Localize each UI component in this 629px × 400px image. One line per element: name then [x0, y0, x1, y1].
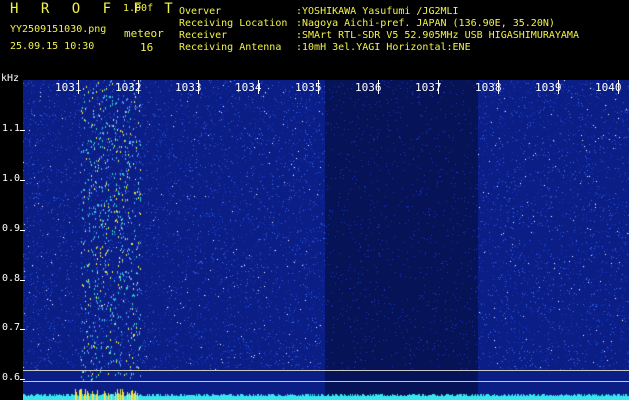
- meteor-label: meteor: [124, 27, 164, 40]
- y-tick-label: 0.6: [2, 372, 21, 383]
- location-value: :Nagoya Aichi-pref. JAPAN (136.90E, 35.2…: [296, 18, 555, 29]
- receiver-label: Receiver: [179, 30, 228, 41]
- x-tick-mark: [78, 80, 79, 94]
- reference-line-lower: [23, 381, 629, 382]
- reference-line-upper: [23, 370, 629, 371]
- location-label: Receiving Location: [179, 18, 288, 29]
- antenna-label: Receiving Antenna: [179, 42, 282, 53]
- spectrogram-image: [23, 80, 629, 400]
- antenna-value: :10mH 3el.YAGI Horizontal:ENE: [296, 42, 471, 53]
- y-tick-mark: [20, 180, 25, 181]
- y-tick-mark: [20, 329, 25, 330]
- y-tick-mark: [20, 130, 25, 131]
- x-tick-mark: [558, 80, 559, 94]
- datetime-label: 25.09.15 10:30: [10, 41, 95, 52]
- version-label: 1.00f: [123, 3, 154, 14]
- meteor-count: 16: [140, 41, 154, 54]
- y-tick-label: 0.8: [2, 273, 21, 284]
- y-tick-label: 0.9: [2, 223, 21, 234]
- receiver-value: :SMArt RTL-SDR V5 52.905MHz USB HIGASHIM…: [296, 30, 579, 41]
- x-tick-mark: [258, 80, 259, 94]
- x-tick-mark: [198, 80, 199, 94]
- x-tick-mark: [618, 80, 619, 94]
- y-tick-label: 0.7: [2, 322, 21, 333]
- x-tick-mark: [138, 80, 139, 94]
- y-axis-unit: kHz: [1, 73, 20, 84]
- x-tick-mark: [378, 80, 379, 94]
- filename-label: YY2509151030.png: [10, 24, 107, 35]
- observer-value: :YOSHIKAWA Yasufumi /JG2MLI: [296, 6, 459, 17]
- app-title: H R O F F T: [10, 1, 180, 17]
- y-tick-label: 1.0: [2, 173, 21, 184]
- observer-label: Overver: [179, 6, 222, 17]
- spectrogram-noise: [23, 80, 629, 400]
- x-tick-mark: [318, 80, 319, 94]
- y-tick-mark: [20, 379, 25, 380]
- x-tick-mark: [438, 80, 439, 94]
- x-tick-mark: [498, 80, 499, 94]
- signal-level-bar: [23, 388, 629, 400]
- y-tick-mark: [20, 280, 25, 281]
- y-tick-label: 1.1: [2, 123, 21, 134]
- y-tick-mark: [20, 230, 25, 231]
